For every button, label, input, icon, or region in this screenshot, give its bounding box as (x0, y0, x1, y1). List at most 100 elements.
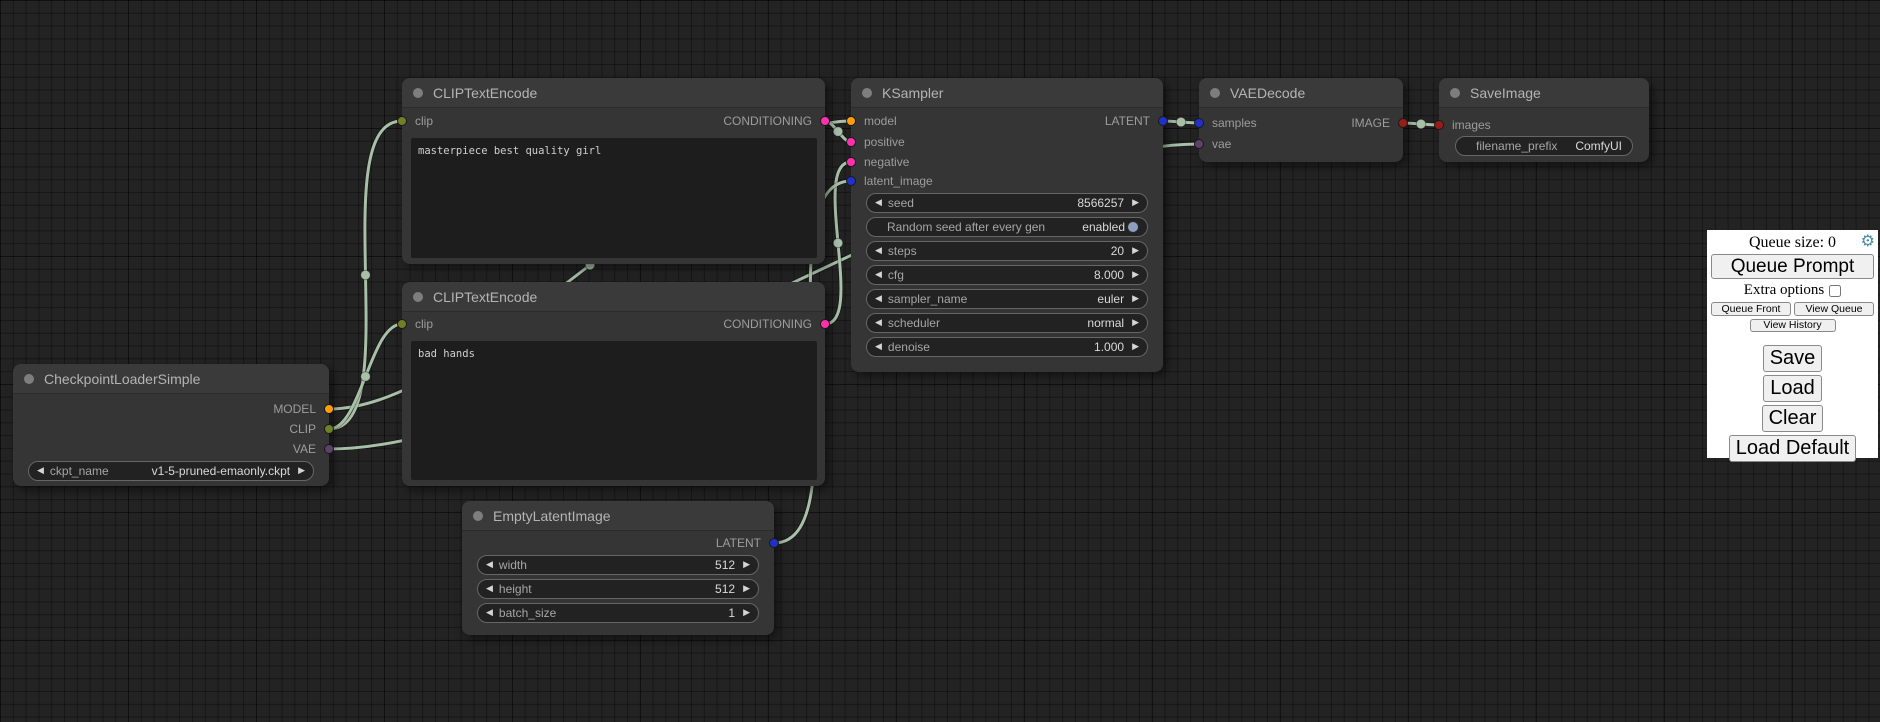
node-collapse-dot[interactable] (473, 511, 483, 521)
widget-batch-size[interactable]: ◀ batch_size 1 ▶ (477, 603, 759, 623)
input-slot-dot-vae[interactable] (1194, 139, 1204, 149)
decrement-arrow-icon[interactable]: ◀ (875, 295, 882, 304)
increment-arrow-icon[interactable]: ▶ (1132, 271, 1139, 280)
widget-cfg[interactable]: ◀ cfg 8.000 ▶ (866, 265, 1148, 285)
increment-arrow-icon[interactable]: ▶ (743, 585, 750, 594)
node-title-bar[interactable]: SaveImage (1439, 78, 1649, 108)
decrement-arrow-icon[interactable]: ◀ (875, 271, 882, 280)
decrement-arrow-icon[interactable]: ◀ (875, 199, 882, 208)
increment-arrow-icon[interactable]: ▶ (743, 609, 750, 618)
input-slot-dot-negative[interactable] (846, 157, 856, 167)
input-slot-clip[interactable]: clip (402, 111, 433, 131)
extra-options-checkbox[interactable] (1829, 285, 1841, 297)
node-save-image[interactable]: SaveImage images filename_prefix ComfyUI (1439, 78, 1649, 162)
input-slot-model[interactable]: model (851, 111, 897, 131)
node-collapse-dot[interactable] (862, 88, 872, 98)
increment-arrow-icon[interactable]: ▶ (743, 561, 750, 570)
output-slot-dot-model[interactable] (324, 404, 334, 414)
output-slot-dot-image[interactable] (1398, 118, 1408, 128)
widget-height[interactable]: ◀ height 512 ▶ (477, 579, 759, 599)
widget-denoise[interactable]: ◀ denoise 1.000 ▶ (866, 337, 1148, 357)
save-button[interactable]: Save (1763, 345, 1823, 372)
node-collapse-dot[interactable] (413, 292, 423, 302)
widget-sampler-name[interactable]: ◀ sampler_name euler ▶ (866, 289, 1148, 309)
node-checkpoint-loader-simple[interactable]: CheckpointLoaderSimple MODEL CLIP VAE ◀ … (13, 364, 329, 486)
input-slot-vae[interactable]: vae (1199, 134, 1231, 154)
clear-button[interactable]: Clear (1762, 405, 1824, 432)
input-slot-dot-samples[interactable] (1194, 118, 1204, 128)
toggle-enabled-icon[interactable] (1127, 221, 1139, 233)
load-default-button[interactable]: Load Default (1729, 435, 1856, 462)
input-slot-dot-model[interactable] (846, 116, 856, 126)
node-ksampler[interactable]: KSampler model positive negative latent_… (851, 78, 1163, 372)
prompt-textarea[interactable]: bad hands (411, 341, 817, 480)
queue-prompt-button[interactable]: Queue Prompt (1711, 254, 1874, 279)
node-clip-text-encode-positive[interactable]: CLIPTextEncode clip CONDITIONING masterp… (402, 78, 825, 264)
increment-arrow-icon[interactable]: ▶ (298, 467, 305, 476)
increment-arrow-icon[interactable]: ▶ (1132, 199, 1139, 208)
node-title-bar[interactable]: CLIPTextEncode (402, 78, 825, 108)
output-slot-conditioning[interactable]: CONDITIONING (723, 111, 825, 131)
node-empty-latent-image[interactable]: EmptyLatentImage LATENT ◀ width 512 ▶ ◀ … (462, 501, 774, 635)
input-slot-images[interactable]: images (1439, 115, 1491, 135)
decrement-arrow-icon[interactable]: ◀ (875, 343, 882, 352)
decrement-arrow-icon[interactable]: ◀ (486, 609, 493, 618)
input-slot-dot-clip[interactable] (397, 319, 407, 329)
node-title-bar[interactable]: VAEDecode (1199, 78, 1403, 108)
widget-width[interactable]: ◀ width 512 ▶ (477, 555, 759, 575)
decrement-arrow-icon[interactable]: ◀ (37, 467, 44, 476)
queue-front-button[interactable]: Queue Front (1711, 302, 1791, 316)
output-slot-image[interactable]: IMAGE (1351, 113, 1403, 133)
node-collapse-dot[interactable] (1210, 88, 1220, 98)
load-button[interactable]: Load (1763, 375, 1822, 402)
output-slot-dot-latent[interactable] (769, 538, 779, 548)
output-slot-conditioning[interactable]: CONDITIONING (723, 314, 825, 334)
output-slot-dot-latent[interactable] (1158, 116, 1168, 126)
node-title-bar[interactable]: CheckpointLoaderSimple (13, 364, 329, 394)
increment-arrow-icon[interactable]: ▶ (1132, 343, 1139, 352)
node-collapse-dot[interactable] (413, 88, 423, 98)
node-clip-text-encode-negative[interactable]: CLIPTextEncode clip CONDITIONING bad han… (402, 282, 825, 486)
output-slot-dot-conditioning[interactable] (820, 116, 830, 126)
input-slot-latent-image[interactable]: latent_image (851, 171, 933, 191)
output-slot-latent[interactable]: LATENT (1105, 111, 1163, 131)
graph-canvas[interactable]: { "canvas": { "background": "#232323", "… (0, 0, 1880, 722)
input-slot-samples[interactable]: samples (1199, 113, 1257, 133)
input-slot-dot-positive[interactable] (846, 137, 856, 147)
widget-scheduler[interactable]: ◀ scheduler normal ▶ (866, 313, 1148, 333)
view-queue-button[interactable]: View Queue (1794, 302, 1874, 316)
node-title-bar[interactable]: CLIPTextEncode (402, 282, 825, 312)
settings-gear-icon[interactable]: ⚙ (1861, 231, 1875, 250)
decrement-arrow-icon[interactable]: ◀ (875, 319, 882, 328)
decrement-arrow-icon[interactable]: ◀ (486, 585, 493, 594)
prompt-textarea[interactable]: masterpiece best quality girl (411, 138, 817, 258)
output-slot-latent[interactable]: LATENT (716, 533, 774, 553)
node-vae-decode[interactable]: VAEDecode samples vae IMAGE (1199, 78, 1403, 162)
decrement-arrow-icon[interactable]: ◀ (486, 561, 493, 570)
output-slot-dot-vae[interactable] (324, 444, 334, 454)
view-history-button[interactable]: View History (1750, 319, 1836, 332)
output-slot-vae[interactable]: VAE (293, 439, 329, 459)
node-title-bar[interactable]: KSampler (851, 78, 1163, 108)
input-slot-negative[interactable]: negative (851, 152, 909, 172)
input-slot-dot-clip[interactable] (397, 116, 407, 126)
increment-arrow-icon[interactable]: ▶ (1132, 295, 1139, 304)
increment-arrow-icon[interactable]: ▶ (1132, 247, 1139, 256)
input-slot-positive[interactable]: positive (851, 132, 905, 152)
node-title-bar[interactable]: EmptyLatentImage (462, 501, 774, 531)
output-slot-dot-conditioning[interactable] (820, 319, 830, 329)
node-collapse-dot[interactable] (24, 374, 34, 384)
input-slot-dot-images[interactable] (1434, 120, 1444, 130)
input-slot-clip[interactable]: clip (402, 314, 433, 334)
widget-ckpt-name[interactable]: ◀ ckpt_name v1-5-pruned-emaonly.ckpt ▶ (28, 461, 314, 481)
increment-arrow-icon[interactable]: ▶ (1132, 319, 1139, 328)
output-slot-clip[interactable]: CLIP (289, 419, 329, 439)
widget-random-seed-toggle[interactable]: Random seed after every gen enabled (866, 217, 1148, 237)
widget-steps[interactable]: ◀ steps 20 ▶ (866, 241, 1148, 261)
decrement-arrow-icon[interactable]: ◀ (875, 247, 882, 256)
widget-seed[interactable]: ◀ seed 8566257 ▶ (866, 193, 1148, 213)
widget-filename-prefix[interactable]: filename_prefix ComfyUI (1455, 136, 1633, 156)
input-slot-dot-latent-image[interactable] (846, 176, 856, 186)
output-slot-dot-clip[interactable] (324, 424, 334, 434)
output-slot-model[interactable]: MODEL (273, 399, 329, 419)
